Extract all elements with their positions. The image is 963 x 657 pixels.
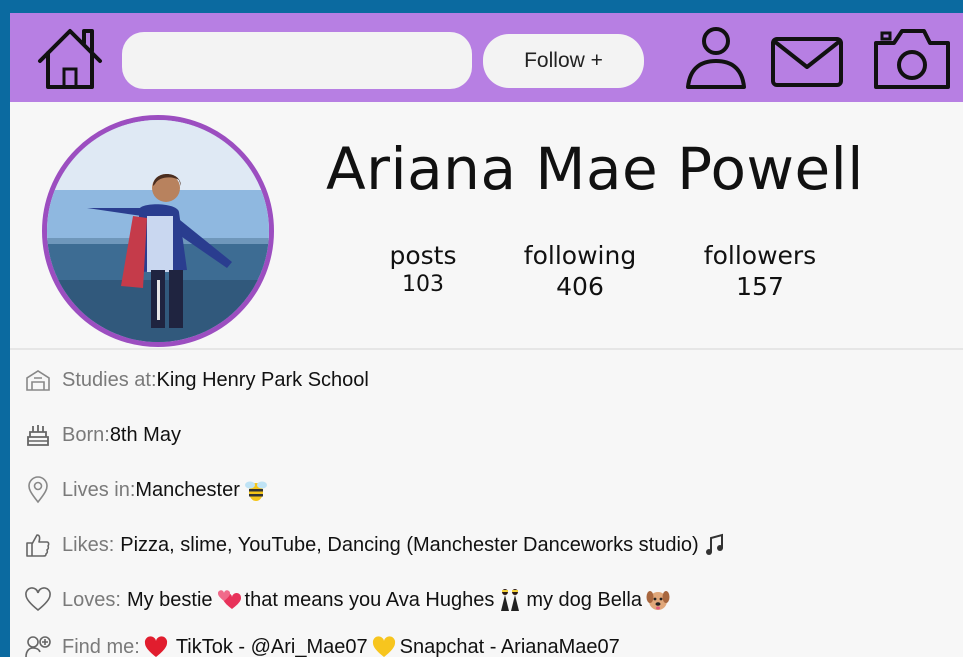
stat-label: following: [523, 241, 637, 270]
home-icon[interactable]: [34, 23, 106, 93]
studies-value: King Henry Park School: [156, 368, 369, 391]
likes-label: Likes:: [62, 533, 115, 556]
studies-label: Studies at:: [62, 368, 157, 391]
stat-value: 157: [736, 272, 784, 301]
stat-following[interactable]: following 406: [510, 241, 650, 301]
two-hearts-icon: [216, 587, 242, 613]
info-row-lives: Lives in: Manchester: [24, 472, 272, 508]
likes-value: Pizza, slime, YouTube, Dancing (Manchest…: [120, 533, 699, 556]
heart-outline-icon: [24, 586, 52, 614]
snapchat-handle[interactable]: Snapchat - ArianaMae07: [400, 636, 620, 657]
info-row-loves: Loves: My bestie that means you Ava Hugh…: [24, 582, 674, 618]
bee-icon: [243, 477, 269, 503]
info-row-born: Born: 8th May: [24, 417, 181, 453]
tiktok-handle[interactable]: TikTok - @Ari_Mae07: [176, 636, 368, 657]
stat-label: followers: [703, 241, 817, 270]
cake-icon: [24, 421, 52, 449]
camera-icon[interactable]: [872, 23, 952, 93]
divider: [10, 348, 963, 350]
profile-name: Ariana Mae Powell: [326, 135, 864, 203]
lives-label: Lives in:: [62, 478, 136, 501]
info-row-likes: Likes: Pizza, slime, YouTube, Dancing (M…: [24, 527, 731, 563]
avatar[interactable]: [42, 115, 274, 347]
findme-label: Find me:: [62, 635, 140, 657]
loves-value-1: My bestie: [126, 588, 213, 611]
stat-label: posts: [389, 241, 457, 270]
thumbs-up-icon: [24, 531, 52, 559]
born-label: Born:: [62, 423, 110, 446]
profile-icon[interactable]: [680, 23, 752, 93]
dancers-icon: [497, 587, 523, 613]
loves-value-3: my dog Bella: [526, 588, 642, 611]
loves-label: Loves:: [62, 588, 121, 611]
stat-value: 406: [556, 272, 604, 301]
follow-button[interactable]: Follow +: [483, 34, 644, 88]
add-user-icon: [24, 633, 52, 657]
red-heart-icon: [143, 634, 169, 657]
info-row-findme: Find me: TikTok - @Ari_Mae07 Snapchat - …: [24, 629, 620, 657]
yellow-heart-icon: [371, 634, 397, 657]
location-pin-icon: [24, 476, 52, 504]
search-input[interactable]: [122, 32, 472, 89]
top-nav-bar: Follow +: [10, 13, 963, 102]
dog-face-icon: [645, 587, 671, 613]
loves-value-2: that means you Ava Hughes: [244, 588, 495, 611]
info-row-studies: Studies at: King Henry Park School: [24, 362, 369, 398]
stat-posts[interactable]: posts 103: [368, 241, 478, 297]
music-notes-icon: [702, 532, 728, 558]
profile-page: Follow + Ariana Mae Powell posts 103 fol…: [10, 13, 963, 657]
born-value: 8th May: [109, 423, 181, 446]
school-icon: [24, 366, 52, 394]
mail-icon[interactable]: [768, 23, 846, 93]
lives-value: Manchester: [135, 478, 240, 501]
stat-value: 103: [402, 272, 444, 297]
stat-followers[interactable]: followers 157: [690, 241, 830, 301]
